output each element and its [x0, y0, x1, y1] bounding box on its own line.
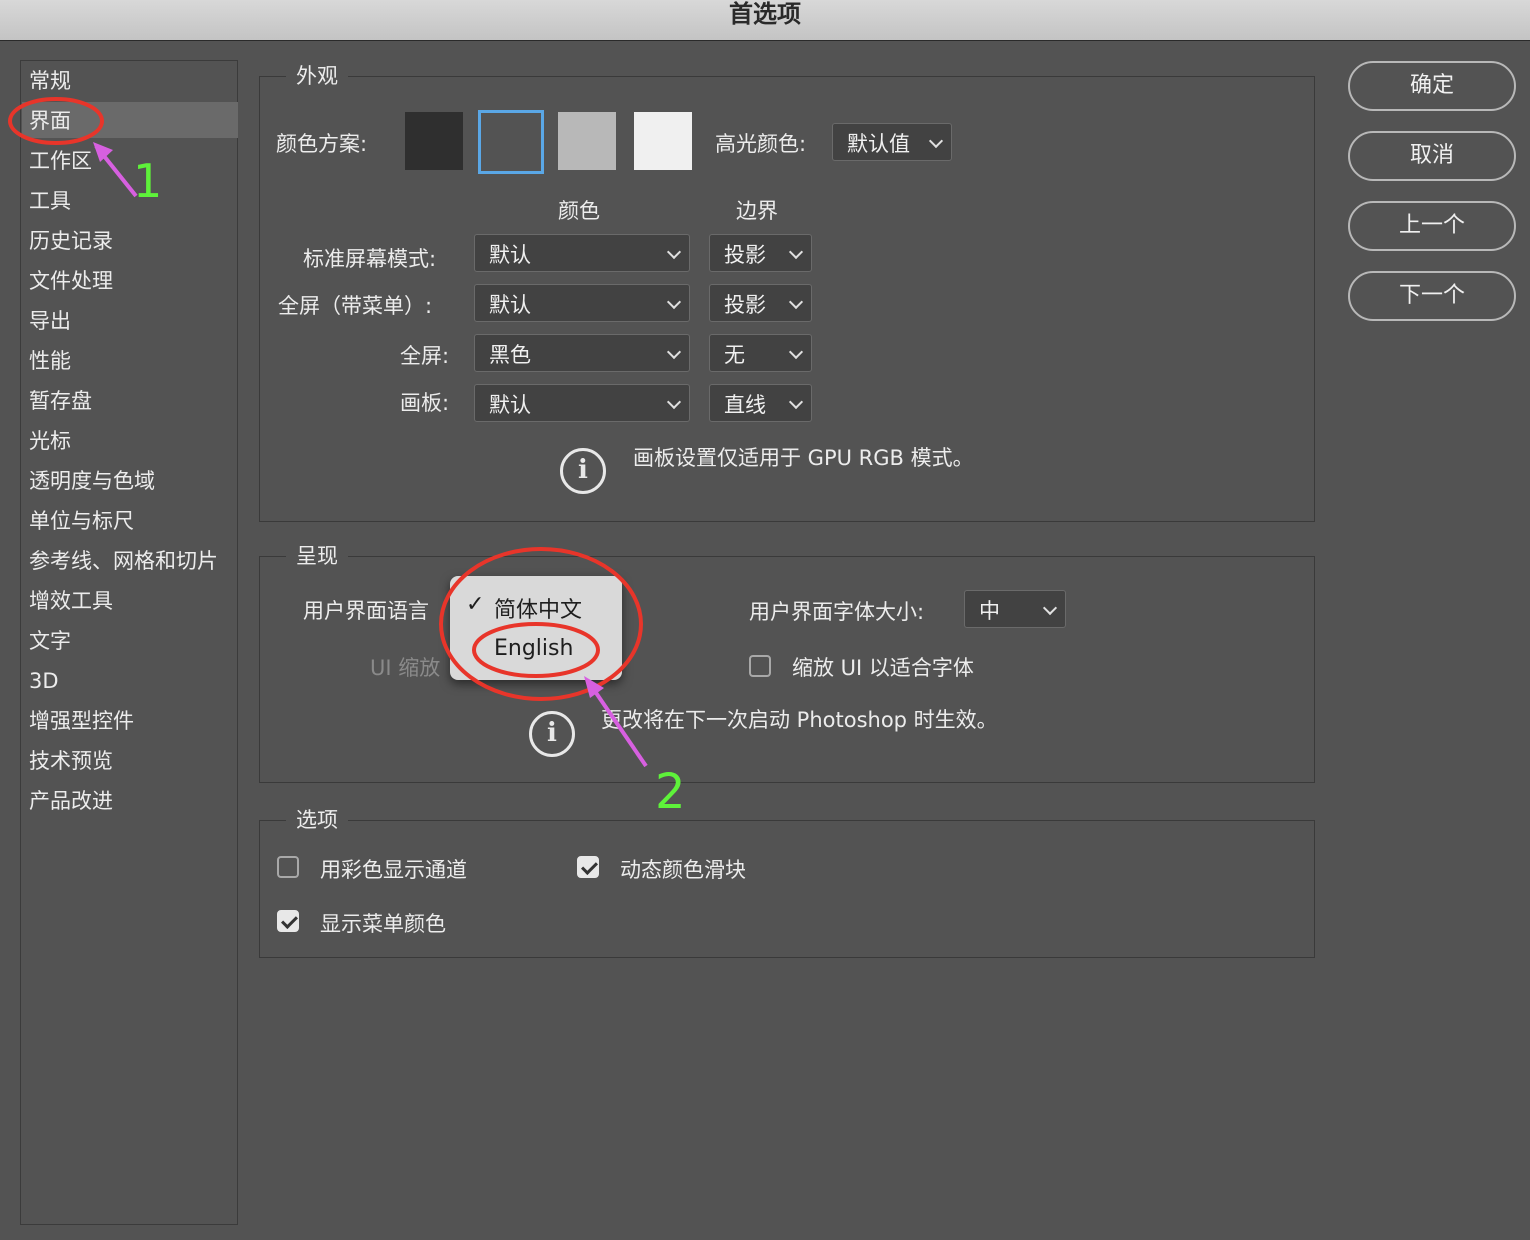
- annotation-circle-3: [472, 622, 600, 678]
- annotation-arrowhead-2: [584, 676, 604, 698]
- annotation-number-1: 1: [133, 154, 163, 208]
- annotation-arrowhead-1: [93, 142, 113, 162]
- annotation-circle-1: [8, 97, 104, 145]
- annotation-number-2: 2: [655, 764, 686, 820]
- annotation-overlay: [8, 97, 648, 768]
- annotation-arrow-2: [588, 682, 648, 768]
